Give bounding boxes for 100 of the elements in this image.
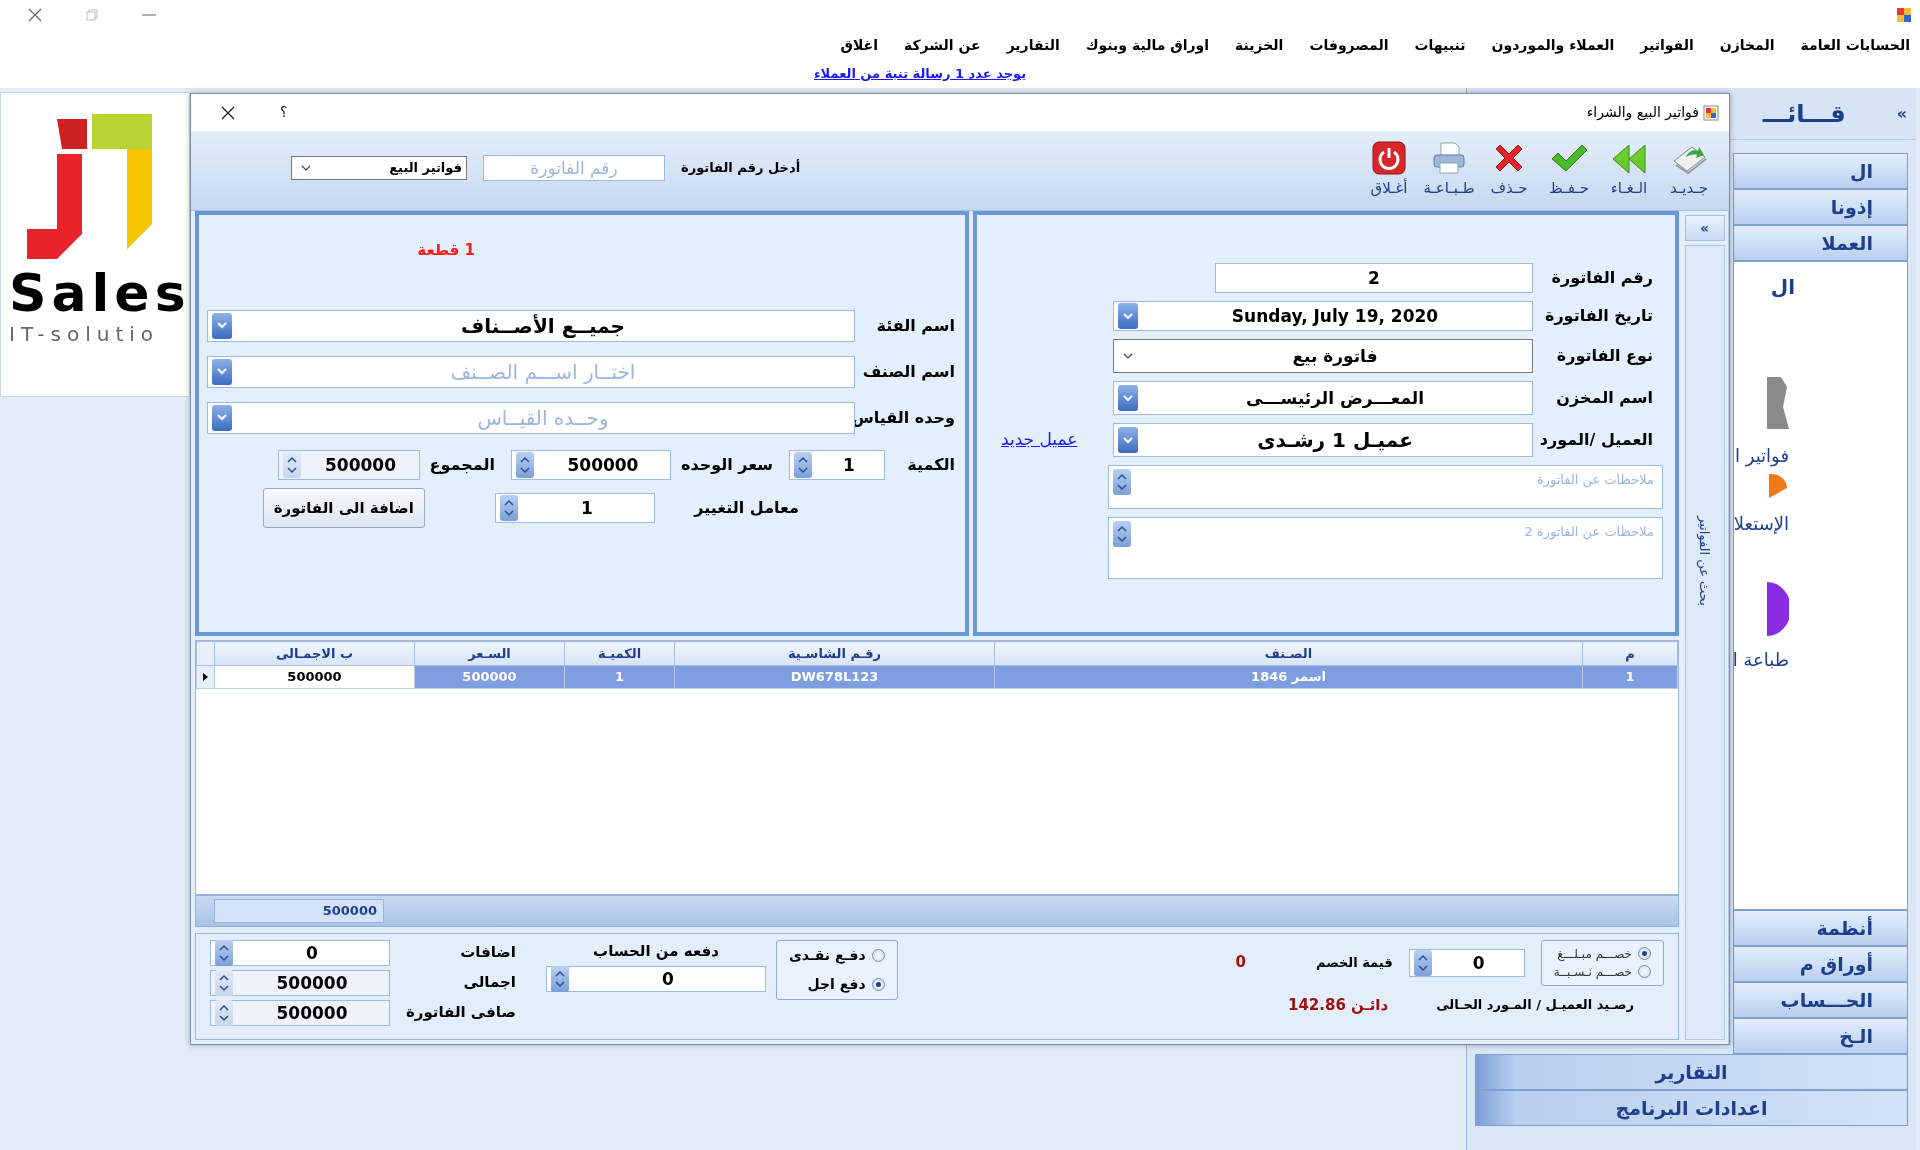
combo-field[interactable]: وحــده القيــاس — [207, 401, 855, 434]
sidebar-section[interactable]: العملا — [1733, 225, 1908, 261]
collapse-button[interactable]: » — [1684, 215, 1725, 241]
spin-arrows-icon — [215, 939, 233, 966]
field-label: أدخل رقم الفاتورة — [681, 158, 801, 177]
field-label: معامل التغيير — [692, 496, 799, 519]
spin-arrows-icon — [215, 999, 233, 1026]
column-header: رقـم الشاسـية — [674, 641, 995, 666]
summary-spinner[interactable]: 0 — [210, 939, 390, 966]
price-spinner[interactable]: 500000 — [510, 449, 671, 480]
discount-amount: 0 — [1235, 952, 1246, 974]
toolbar-button[interactable]: أغـلاق — [1363, 141, 1415, 200]
sidebar-section[interactable]: ال — [1733, 153, 1908, 189]
double-arrow-icon — [1611, 143, 1647, 176]
collapse-button[interactable]: » — [1895, 100, 1908, 127]
discount-type-radio[interactable]: خصـــم نـسـبــة — [1553, 962, 1651, 981]
field-label: قيمة الخصم — [1316, 953, 1393, 972]
menu-item[interactable]: المصروفات — [1309, 34, 1389, 56]
power-icon — [1372, 141, 1406, 176]
factor-spinner[interactable]: 1 — [495, 492, 655, 523]
field-label: وحده القياس — [855, 406, 955, 429]
sidebar-item[interactable]: الإستعلا — [1733, 510, 1789, 537]
spin-arrows-icon — [551, 966, 569, 993]
dialog-title: فواتير البيع والشراء — [1586, 103, 1699, 123]
sidebar-section[interactable]: التقارير — [1475, 1054, 1908, 1090]
notes-field[interactable]: ملاحظات عن الفاتورة 2 — [1108, 517, 1663, 579]
notice-link[interactable]: يوجد عدد 1 رسالة تنبة من العملاء — [813, 64, 1027, 84]
sidebar-section[interactable]: أوراق م — [1733, 946, 1908, 982]
discount-type-radio[interactable]: خصـــم مبـلـــغ — [1553, 944, 1651, 963]
app-icon — [1896, 7, 1912, 23]
toolbar-button[interactable]: الـغـاء — [1603, 143, 1655, 200]
table-cell: 500000 — [214, 665, 415, 689]
sidebar-group-title: ال — [1770, 274, 1795, 301]
date-picker[interactable]: Sunday, July 19, 2020 — [1113, 301, 1533, 331]
sidebar-section[interactable]: أنظمة — [1733, 910, 1908, 946]
menu-item[interactable]: الحسابات العامة — [1800, 34, 1910, 56]
menu-item[interactable]: التقارير — [1006, 34, 1060, 56]
sidebar-section[interactable]: إذونا — [1733, 189, 1908, 225]
close-icon — [221, 105, 235, 120]
toolbar-button[interactable]: جـديـد — [1663, 141, 1715, 200]
close-icon — [28, 8, 42, 22]
invoice-number-search[interactable]: رقم الفاتورة — [483, 154, 665, 181]
column-header: الكميـة — [564, 641, 675, 666]
row-pointer-icon — [203, 673, 208, 682]
sidebar-item[interactable]: فواتير ا — [1735, 442, 1789, 469]
combo-field[interactable]: المعـــرض الرئيســـى — [1113, 381, 1533, 415]
invoice-type-select[interactable]: فواتير البيع — [291, 155, 467, 180]
restore-icon — [86, 9, 98, 21]
help-button[interactable]: ؟ — [279, 101, 289, 124]
field-label: اسم المخزن — [1555, 387, 1654, 409]
add-to-invoice-button[interactable]: اضافة الى الفاتورة — [262, 487, 425, 528]
panel-label: بحث عن الفواتير — [1696, 516, 1714, 606]
menu-item[interactable]: اغلاق — [840, 34, 878, 56]
sidebar-section[interactable]: الـخ — [1733, 1018, 1908, 1054]
combo-field[interactable]: اختــار اســـم الصــنف — [207, 355, 855, 388]
notes-field[interactable]: ملاحظات عن الفاتورة — [1108, 465, 1663, 509]
column-header: م — [1582, 641, 1678, 666]
field-label: الكمية — [906, 453, 955, 476]
field-label: رقم الفاتورة — [1550, 267, 1654, 289]
column-header: ب الاجمـالى — [214, 641, 415, 666]
table-cell: اسمر 1846 — [994, 665, 1583, 689]
field-label: اضافات — [459, 942, 516, 964]
field-label: المجموع — [429, 453, 495, 476]
sidebar-title: قـــائـــ — [1762, 98, 1846, 130]
toolbar-button[interactable]: طـبـاعـة — [1423, 141, 1475, 200]
table-cell: DW678L123 — [674, 665, 995, 689]
toolbar-button[interactable]: حـذف — [1483, 141, 1535, 200]
menu-item[interactable]: الخزينة — [1235, 34, 1284, 56]
menu-item[interactable]: الفواتير — [1640, 34, 1694, 56]
sidebar-item[interactable]: طباعة ا — [1732, 646, 1789, 673]
combo-field[interactable]: عميـل 1 رشـدى — [1113, 423, 1533, 457]
paid-amount-spinner[interactable]: 0 — [546, 966, 766, 993]
invoice-type-select[interactable]: فاتورة بيع — [1113, 339, 1533, 373]
payment-type-radio[interactable]: دفع اجل — [789, 973, 885, 995]
grand-total-cell: 500000 — [214, 898, 384, 923]
invoice-number-field[interactable]: 2 — [1215, 263, 1533, 293]
menu-item[interactable]: عن الشركة — [903, 34, 981, 56]
payment-type-radio[interactable]: دفـع نقـدى — [789, 944, 885, 966]
table-cell: 1 — [564, 665, 675, 689]
field-label: صافى الفاتورة — [406, 1002, 516, 1024]
column-header: السـعر — [414, 641, 565, 666]
stock-note: 1 قطعة — [417, 240, 475, 261]
field-label: تاريخ الفاتورة — [1543, 305, 1654, 327]
field-label: دفعه من الحساب — [593, 940, 719, 962]
menu-item[interactable]: المخازن — [1719, 34, 1775, 56]
sidebar-section[interactable]: اعدادات البرنامج — [1475, 1090, 1908, 1126]
toolbar-button[interactable]: حـفـظ — [1543, 143, 1595, 200]
sidebar-section[interactable]: الحـــساب — [1733, 982, 1908, 1018]
spin-arrows-icon — [794, 451, 812, 478]
menu-item[interactable]: تنبيهات — [1414, 34, 1466, 56]
scroll-arrows-icon — [1113, 469, 1131, 495]
form-icon — [1703, 104, 1719, 121]
new-customer-link[interactable]: عميل جديد — [1001, 427, 1078, 453]
menu-item[interactable]: العملاء والموردون — [1491, 34, 1615, 56]
menu-item[interactable]: اوراق مالية وبنوك — [1085, 34, 1210, 56]
column-header: الصـنف — [994, 641, 1583, 666]
balance-value: دائـن 142.86 — [1288, 994, 1389, 1016]
field-label: العميل /المورد — [1538, 429, 1654, 451]
field-label: اسم الصنف — [861, 360, 955, 383]
combo-field[interactable]: جميــع الأصــناف — [207, 309, 855, 342]
